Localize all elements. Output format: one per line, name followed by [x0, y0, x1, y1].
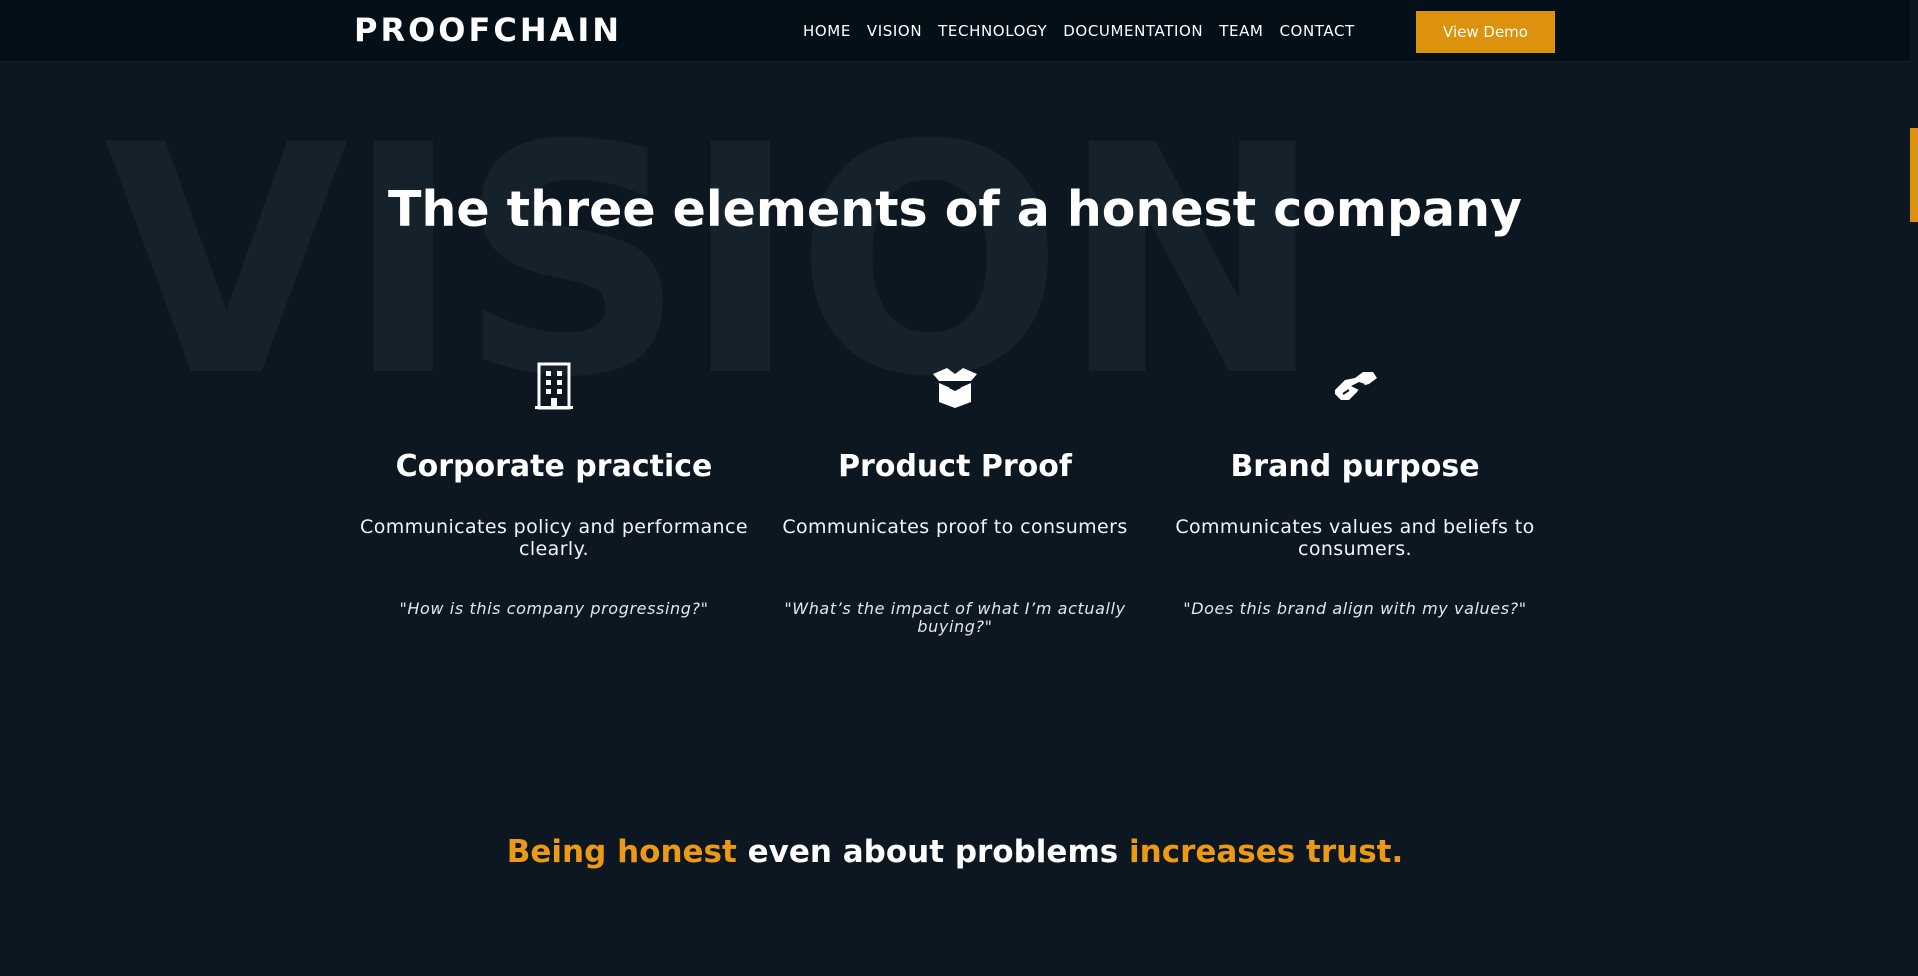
tagline-accent-start: Being honest [506, 834, 737, 870]
view-demo-button[interactable]: View Demo [1416, 11, 1555, 53]
main-nav: HOME VISION TECHNOLOGY DOCUMENTATION TEA… [803, 0, 1371, 62]
section-title: The three elements of a honest company [388, 181, 1522, 238]
feature-description: Communicates proof to consumers [782, 516, 1128, 538]
feature-title: Corporate practice [395, 449, 713, 484]
feature-quote: "Does this brand align with my values?" [1183, 599, 1527, 618]
handshake-icon [1335, 372, 1377, 400]
nav-technology-link[interactable]: TECHNOLOGY [938, 22, 1047, 40]
nav-home-link[interactable]: HOME [803, 22, 851, 40]
site-header: PROOFCHAIN HOME VISION TECHNOLOGY DOCUME… [0, 0, 1910, 62]
feature-description: Communicates values and beliefs to consu… [1175, 516, 1535, 560]
feature-description: Communicates policy and performance clea… [360, 516, 748, 560]
nav-team-link[interactable]: TEAM [1219, 22, 1263, 40]
nav-documentation-link[interactable]: DOCUMENTATION [1063, 22, 1203, 40]
feature-title: Brand purpose [1230, 449, 1480, 484]
building-icon [535, 362, 573, 410]
feature-product-proof: Product Proof Communicates proof to cons… [759, 360, 1151, 636]
feature-quote: "What’s the impact of what I’m actually … [784, 599, 1126, 636]
feature-brand-purpose: Brand purpose Communicates values and be… [1159, 360, 1551, 618]
tagline-accent-end: increases trust. [1129, 834, 1404, 870]
feature-quote: "How is this company progressing?" [399, 599, 709, 618]
feature-corporate-practice: Corporate practice Communicates policy a… [358, 360, 750, 618]
scrollbar-thumb[interactable] [1910, 128, 1918, 222]
site-logo[interactable]: PROOFCHAIN [354, 12, 622, 48]
tagline: Being honest even about problems increas… [0, 828, 1910, 876]
nav-contact-link[interactable]: CONTACT [1279, 22, 1354, 40]
open-box-icon [933, 368, 977, 408]
feature-title: Product Proof [838, 449, 1072, 484]
tagline-middle: even about problems [736, 834, 1129, 870]
nav-vision-link[interactable]: VISION [867, 22, 922, 40]
